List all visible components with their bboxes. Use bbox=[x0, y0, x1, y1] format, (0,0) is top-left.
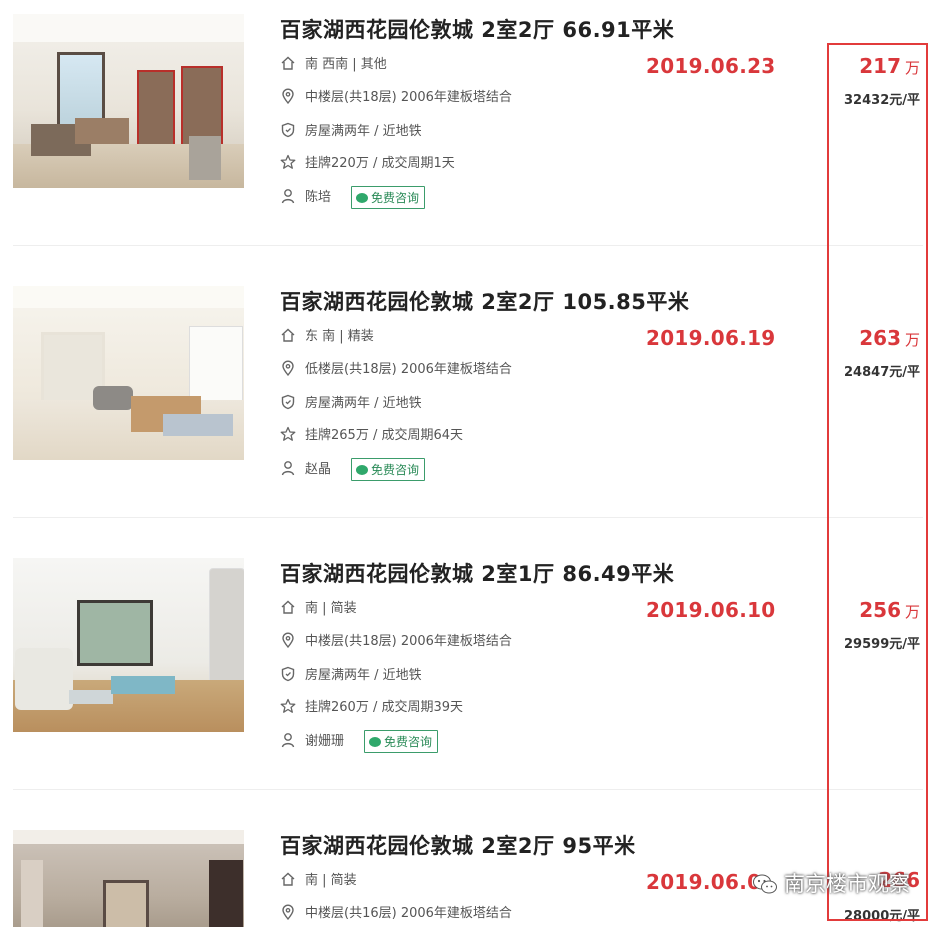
listing-item[interactable]: 百家湖西花园伦敦城 2室2厅 105.85平米 东 南 | 精装 低楼层(共18… bbox=[0, 272, 952, 544]
listing-price-text: 挂牌260万 / 成交周期39天 bbox=[305, 700, 463, 715]
divider bbox=[13, 245, 923, 246]
deal-date: 2019.06.10 bbox=[646, 598, 776, 622]
listing-price-row: 挂牌220万 / 成交周期1天 bbox=[280, 152, 455, 171]
watermark: 南京楼市观察 bbox=[752, 868, 910, 898]
person-icon bbox=[280, 188, 296, 204]
star-icon bbox=[280, 698, 296, 714]
divider bbox=[13, 517, 923, 518]
orientation-text: 南 | 简装 bbox=[305, 873, 357, 888]
orientation-row: 南 | 简装 bbox=[280, 869, 357, 888]
home-icon bbox=[280, 871, 296, 887]
floor-text: 中楼层(共16层) 2006年建板塔结合 bbox=[305, 906, 512, 921]
free-consult-button[interactable]: 免费咨询 bbox=[351, 458, 426, 481]
agent-name[interactable]: 谢姗珊 bbox=[305, 734, 344, 749]
star-icon bbox=[280, 154, 296, 170]
shield-icon bbox=[280, 666, 296, 682]
location-pin-icon bbox=[280, 360, 296, 377]
orientation-row: 东 南 | 精装 bbox=[280, 325, 374, 344]
star-icon bbox=[280, 426, 296, 442]
listing-photo[interactable] bbox=[13, 830, 244, 927]
location-pin-icon bbox=[280, 904, 296, 921]
person-icon bbox=[280, 732, 296, 748]
free-consult-button[interactable]: 免费咨询 bbox=[364, 730, 439, 753]
floor-text: 中楼层(共18层) 2006年建板塔结合 bbox=[305, 90, 512, 105]
consult-label: 免费咨询 bbox=[371, 463, 420, 477]
consult-label: 免费咨询 bbox=[384, 735, 433, 749]
orientation-text: 南 西南 | 其他 bbox=[305, 57, 387, 72]
listing-price-text: 挂牌265万 / 成交周期64天 bbox=[305, 428, 463, 443]
chat-bubble-icon bbox=[356, 193, 369, 203]
tags-row: 房屋满两年 / 近地铁 bbox=[280, 392, 422, 411]
deal-date: 2019.06.23 bbox=[646, 54, 776, 78]
listing-item[interactable]: 百家湖西花园伦敦城 2室2厅 66.91平米 南 西南 | 其他 中楼层(共18… bbox=[0, 0, 952, 272]
home-icon bbox=[280, 599, 296, 615]
location-pin-icon bbox=[280, 632, 296, 649]
chat-bubble-icon bbox=[369, 737, 382, 747]
tags-text: 房屋满两年 / 近地铁 bbox=[305, 668, 422, 683]
listing-title[interactable]: 百家湖西花园伦敦城 2室2厅 66.91平米 bbox=[280, 14, 674, 44]
free-consult-button[interactable]: 免费咨询 bbox=[351, 186, 426, 209]
listing-title[interactable]: 百家湖西花园伦敦城 2室2厅 105.85平米 bbox=[280, 286, 689, 316]
floor-row: 中楼层(共16层) 2006年建板塔结合 bbox=[280, 902, 512, 921]
listing-photo[interactable] bbox=[13, 14, 244, 188]
orientation-text: 南 | 简装 bbox=[305, 601, 357, 616]
floor-text: 中楼层(共18层) 2006年建板塔结合 bbox=[305, 634, 512, 649]
tags-row: 房屋满两年 / 近地铁 bbox=[280, 120, 422, 139]
listing-title[interactable]: 百家湖西花园伦敦城 2室2厅 95平米 bbox=[280, 830, 636, 860]
orientation-row: 南 西南 | 其他 bbox=[280, 53, 387, 72]
divider bbox=[13, 789, 923, 790]
watermark-text: 南京楼市观察 bbox=[784, 872, 910, 896]
price-highlight-box bbox=[827, 43, 928, 921]
floor-row: 低楼层(共18层) 2006年建板塔结合 bbox=[280, 358, 512, 377]
listing-title[interactable]: 百家湖西花园伦敦城 2室1厅 86.49平米 bbox=[280, 558, 674, 588]
tags-row: 房屋满两年 / 近地铁 bbox=[280, 664, 422, 683]
tags-text: 房屋满两年 / 近地铁 bbox=[305, 124, 422, 139]
person-icon bbox=[280, 460, 296, 476]
orientation-text: 东 南 | 精装 bbox=[305, 329, 374, 344]
wechat-icon bbox=[752, 873, 778, 895]
orientation-row: 南 | 简装 bbox=[280, 597, 357, 616]
shield-icon bbox=[280, 394, 296, 410]
deal-date: 2019.06.0 bbox=[646, 870, 762, 894]
agent-row: 谢姗珊 免费咨询 bbox=[280, 730, 439, 753]
shield-icon bbox=[280, 122, 296, 138]
tags-text: 房屋满两年 / 近地铁 bbox=[305, 396, 422, 411]
listing-photo[interactable] bbox=[13, 286, 244, 460]
listing-photo[interactable] bbox=[13, 558, 244, 732]
agent-row: 赵晶 免费咨询 bbox=[280, 458, 426, 481]
listing-price-row: 挂牌260万 / 成交周期39天 bbox=[280, 696, 463, 715]
consult-label: 免费咨询 bbox=[371, 191, 420, 205]
floor-text: 低楼层(共18层) 2006年建板塔结合 bbox=[305, 362, 512, 377]
home-icon bbox=[280, 55, 296, 71]
floor-row: 中楼层(共18层) 2006年建板塔结合 bbox=[280, 86, 512, 105]
agent-row: 陈培 免费咨询 bbox=[280, 186, 426, 209]
location-pin-icon bbox=[280, 88, 296, 105]
deal-date: 2019.06.19 bbox=[646, 326, 776, 350]
listing-price-row: 挂牌265万 / 成交周期64天 bbox=[280, 424, 463, 443]
chat-bubble-icon bbox=[356, 465, 369, 475]
floor-row: 中楼层(共18层) 2006年建板塔结合 bbox=[280, 630, 512, 649]
listing-item[interactable]: 百家湖西花园伦敦城 2室1厅 86.49平米 南 | 简装 中楼层(共18层) … bbox=[0, 544, 952, 816]
listing-price-text: 挂牌220万 / 成交周期1天 bbox=[305, 156, 455, 171]
agent-name[interactable]: 赵晶 bbox=[305, 462, 331, 477]
home-icon bbox=[280, 327, 296, 343]
agent-name[interactable]: 陈培 bbox=[305, 190, 331, 205]
